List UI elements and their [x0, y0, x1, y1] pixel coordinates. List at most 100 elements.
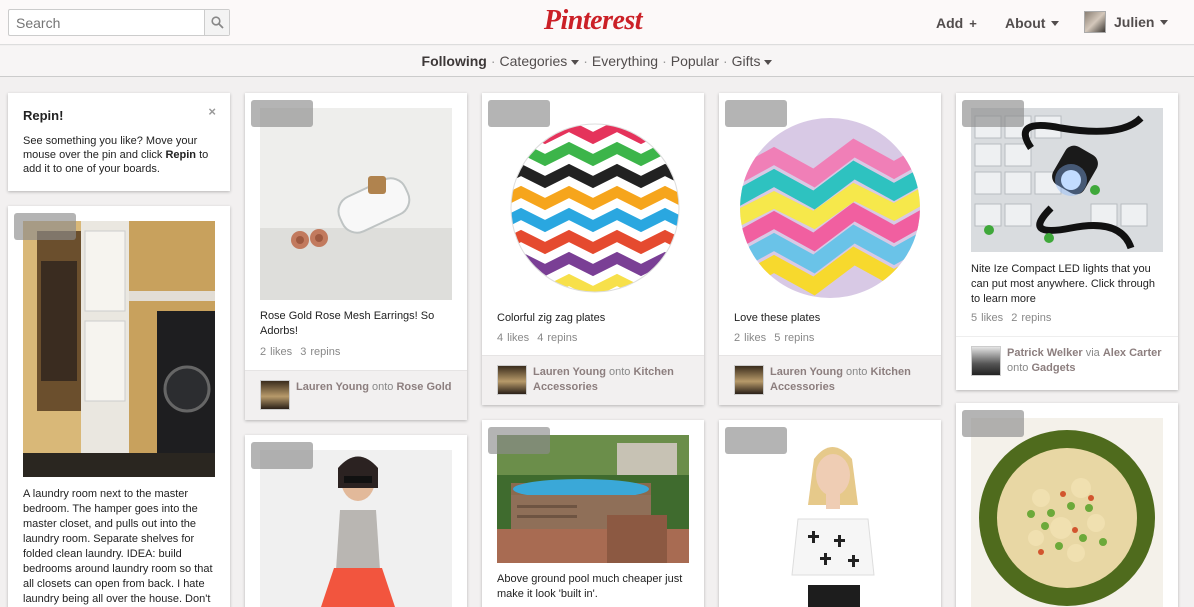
separator: · [723, 53, 728, 69]
pin-card[interactable]: Rose Gold Rose Mesh Earrings! So Adorbs!… [245, 93, 467, 420]
category-nav: Following · Categories · Everything · Po… [0, 46, 1194, 77]
add-menu[interactable]: Add + [936, 15, 977, 31]
pin-image[interactable] [23, 221, 215, 477]
repins-count[interactable]: 4 repins [537, 332, 577, 344]
pin-button-overlay[interactable] [488, 100, 550, 127]
user-avatar[interactable] [734, 365, 764, 395]
user-avatar[interactable] [260, 380, 290, 410]
nav-everything[interactable]: Everything [589, 53, 661, 69]
likes-count[interactable]: 2 likes [734, 332, 766, 344]
board-link[interactable]: Gadgets [1031, 362, 1075, 374]
user-link[interactable]: Lauren Young [770, 366, 843, 378]
pin-description: Rose Gold Rose Mesh Earrings! So Adorbs! [260, 310, 435, 337]
onto-label: onto [846, 366, 868, 378]
repin-tip-text: See something you like? Move your mouse … [23, 134, 218, 176]
via-user-link[interactable]: Alex Carter [1103, 347, 1162, 359]
pin-button-overlay[interactable] [488, 427, 550, 454]
pin-stats: 5 likes 2 repins [971, 312, 1051, 324]
pin-button-overlay[interactable] [14, 213, 76, 240]
separator: · [583, 53, 588, 69]
pin-description: A laundry room next to the master bedroo… [23, 488, 213, 605]
search-input[interactable] [9, 10, 204, 35]
pin-image[interactable] [734, 108, 926, 300]
repin-tip-text-bold: Repin [165, 149, 197, 161]
pin-attribution: Lauren Young onto Kitchen Accessories [482, 355, 704, 405]
pin-image[interactable] [971, 418, 1163, 607]
search-button[interactable] [204, 10, 229, 35]
top-header: Pinterest Add + About Julien [0, 0, 1194, 45]
pin-description: Nite Ize Compact LED lights that you can… [971, 263, 1156, 305]
likes-count[interactable]: 5 likes [971, 312, 1003, 324]
board-link[interactable]: Rose Gold [396, 381, 451, 393]
attribution-text: Lauren Young onto Kitchen Accessories [533, 365, 694, 395]
nav-following[interactable]: Following [419, 53, 490, 69]
pin-card[interactable] [719, 420, 941, 607]
about-label: About [1005, 15, 1046, 31]
separator: · [490, 53, 496, 69]
chevron-down-icon [571, 59, 580, 65]
onto-label: onto [372, 381, 394, 393]
repin-tip-title: Repin! [23, 108, 64, 123]
attribution-text: Lauren Young onto Rose Gold [296, 380, 457, 395]
pin-card[interactable]: Love these plates 2 likes 5 repins Lauren… [719, 93, 941, 405]
repins-count[interactable]: 3 repins [300, 346, 340, 358]
chevron-down-icon [1051, 20, 1060, 26]
nav-gifts[interactable]: Gifts [729, 53, 776, 69]
likes-count[interactable]: 4 likes [497, 332, 529, 344]
pin-card[interactable]: A laundry room next to the master bedroo… [8, 206, 230, 607]
pinterest-logo[interactable]: Pinterest [543, 5, 643, 41]
pin-card[interactable] [245, 435, 467, 607]
onto-label: onto [1007, 362, 1029, 374]
pin-card[interactable]: Nite Ize Compact LED lights that you can… [956, 93, 1178, 390]
pin-button-overlay[interactable] [962, 100, 1024, 127]
pin-image[interactable] [971, 108, 1163, 252]
nav-categories-label: Categories [499, 53, 568, 69]
pin-description: Love these plates [734, 312, 821, 324]
pin-image[interactable] [260, 450, 452, 607]
repins-count[interactable]: 5 repins [774, 332, 814, 344]
pin-button-overlay[interactable] [962, 410, 1024, 437]
plus-icon: + [969, 15, 977, 31]
pin-button-overlay[interactable] [251, 100, 313, 127]
repin-tip-card: Repin! × See something you like? Move yo… [8, 93, 230, 191]
pin-stats: 2 likes 5 repins [734, 332, 814, 344]
user-avatar[interactable] [497, 365, 527, 395]
nav-categories[interactable]: Categories [497, 53, 583, 69]
about-menu[interactable]: About [1005, 15, 1060, 31]
via-label: via [1085, 347, 1100, 359]
pin-image[interactable] [260, 108, 452, 300]
pin-card[interactable] [956, 403, 1178, 607]
user-link[interactable]: Patrick Welker [1007, 347, 1083, 359]
nav-popular[interactable]: Popular [668, 53, 722, 69]
repins-count[interactable]: 2 repins [1011, 312, 1051, 324]
pin-description: Above ground pool much cheaper just make… [497, 573, 683, 600]
pin-button-overlay[interactable] [251, 442, 313, 469]
avatar [1084, 11, 1106, 33]
nav-gifts-label: Gifts [731, 53, 761, 69]
chevron-down-icon [764, 59, 773, 65]
pin-description: Colorful zig zag plates [497, 312, 606, 324]
pin-stats: 2 likes 3 repins [260, 346, 340, 358]
pin-attribution: Lauren Young onto Rose Gold [245, 370, 467, 420]
pin-stats: 4 likes 4 repins [497, 332, 577, 344]
user-link[interactable]: Lauren Young [296, 381, 369, 393]
chevron-down-icon [1160, 19, 1169, 25]
search-icon [210, 16, 224, 29]
user-link[interactable]: Lauren Young [533, 366, 606, 378]
user-avatar[interactable] [971, 346, 1001, 376]
separator: · [662, 53, 667, 69]
pin-image[interactable] [497, 108, 689, 300]
close-icon[interactable]: × [208, 104, 216, 119]
user-menu[interactable]: Julien [1084, 11, 1169, 33]
attribution-text: Lauren Young onto Kitchen Accessories [770, 365, 931, 395]
pin-button-overlay[interactable] [725, 100, 787, 127]
pin-image[interactable] [497, 435, 689, 563]
likes-count[interactable]: 2 likes [260, 346, 292, 358]
pin-attribution: Lauren Young onto Kitchen Accessories [719, 355, 941, 405]
pin-button-overlay[interactable] [725, 427, 787, 454]
pin-card[interactable]: Above ground pool much cheaper just make… [482, 420, 704, 607]
onto-label: onto [609, 366, 631, 378]
user-name: Julien [1114, 14, 1155, 30]
pin-image[interactable] [734, 435, 926, 607]
pin-card[interactable]: Colorful zig zag plates 4 likes 4 repins … [482, 93, 704, 405]
